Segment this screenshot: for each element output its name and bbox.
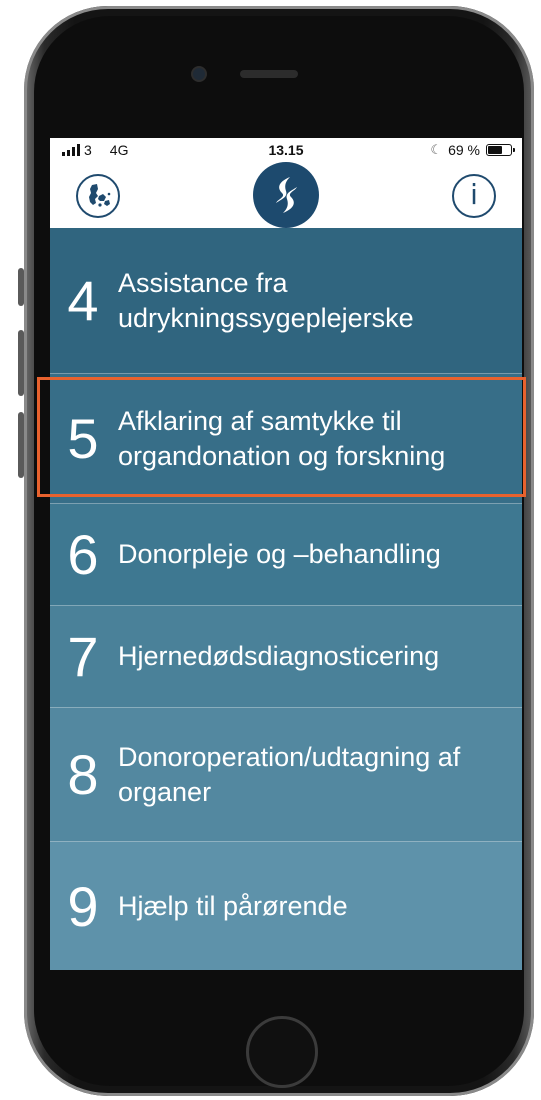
battery-icon xyxy=(486,144,515,156)
menu-item-9[interactable]: 9 Hjælp til pårørende xyxy=(50,842,522,970)
home-button[interactable] xyxy=(246,1016,318,1088)
info-icon: i xyxy=(470,178,478,211)
menu-item-number: 9 xyxy=(67,874,99,938)
menu-item-number: 8 xyxy=(67,743,99,806)
app-header: i xyxy=(50,162,522,228)
page: 3 4G 13.15 ☾ 69 % i 4 Assistance fra udr… xyxy=(0,0,541,1100)
menu-item-label: Hjernedødsdiagnosticering xyxy=(118,641,440,671)
denmark-map-button[interactable] xyxy=(76,174,120,218)
battery-tip xyxy=(513,148,515,152)
info-button[interactable]: i xyxy=(452,174,496,218)
dcd-logo-icon xyxy=(276,177,297,213)
screen: 3 4G 13.15 ☾ 69 % i 4 Assistance fra udr… xyxy=(50,138,522,970)
dcd-logo[interactable] xyxy=(253,162,319,228)
menu-item-number: 5 xyxy=(67,407,99,470)
front-camera xyxy=(193,68,205,80)
menu-item-number: 4 xyxy=(67,269,99,332)
menu-item-8[interactable]: 8 Donoroperation/udtagning af organer xyxy=(50,708,522,842)
battery-fill xyxy=(488,146,502,154)
menu-item-label: Assistance fra udrykningssygeplejerske xyxy=(118,267,414,333)
menu-item-label: Donoroperation/udtagning af organer xyxy=(118,741,461,807)
menu-item-7[interactable]: 7 Hjernedødsdiagnosticering xyxy=(50,606,522,708)
menu-item-5[interactable]: 5 Afklaring af samtykke til organdonatio… xyxy=(50,374,522,504)
menu-item-label: Afklaring af samtykke til organdonation … xyxy=(118,405,446,471)
menu-item-4[interactable]: 4 Assistance fra udrykningssygeplejerske xyxy=(50,228,522,374)
battery-percent: 69 % xyxy=(448,142,480,158)
menu-item-number: 7 xyxy=(67,625,99,688)
menu-item-label: Hjælp til pårørende xyxy=(118,890,348,921)
menu-item-label: Donorpleje og –behandling xyxy=(118,539,441,569)
earpiece-speaker xyxy=(240,70,298,78)
menu-list: 4 Assistance fra udrykningssygeplejerske… xyxy=(50,228,522,970)
menu-item-number: 6 xyxy=(67,523,99,586)
menu-item-6[interactable]: 6 Donorpleje og –behandling xyxy=(50,504,522,606)
volume-up-button xyxy=(18,330,24,396)
status-bar: 3 4G 13.15 ☾ 69 % xyxy=(50,138,522,162)
volume-down-button xyxy=(18,412,24,478)
mute-switch xyxy=(18,268,24,306)
moon-icon: ☾ xyxy=(430,142,443,157)
status-right: ☾ 69 % xyxy=(430,142,515,158)
denmark-map-icon xyxy=(89,184,111,207)
